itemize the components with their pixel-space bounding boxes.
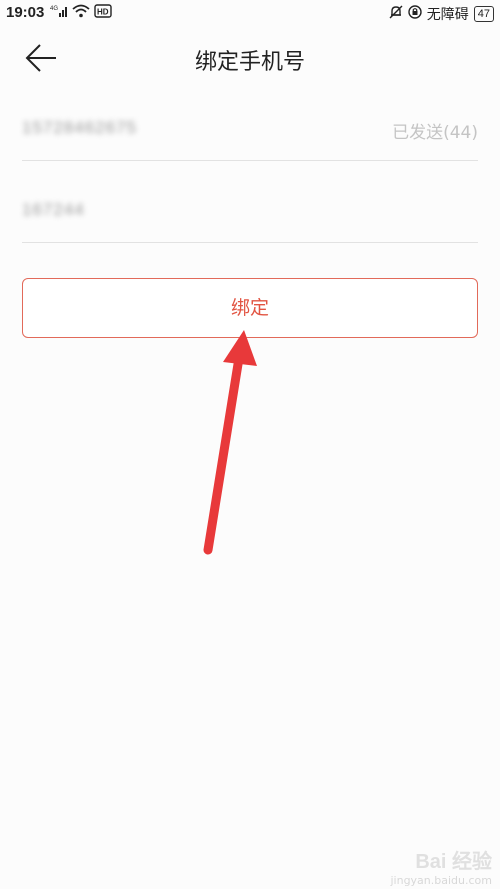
svg-text:4G: 4G <box>50 6 58 12</box>
screen: 19:03 4G HD 无障碍 47 绑定手机号 15728462675 已发送… <box>0 0 500 889</box>
status-icons-right: 无障碍 47 <box>389 4 494 24</box>
phone-number-field[interactable]: 15728462675 已发送(44) <box>22 100 478 161</box>
watermark: Bai 经验 jingyan.baidu.com <box>390 845 492 887</box>
page-title: 绑定手机号 <box>194 50 305 75</box>
status-bar: 19:03 4G HD 无障碍 47 <box>0 0 500 28</box>
accessibility-label: 无障碍 <box>426 7 469 23</box>
wifi-icon <box>72 4 90 22</box>
status-icons-left: 4G HD <box>50 4 112 22</box>
hd-icon: HD <box>94 4 112 22</box>
verification-code-field[interactable]: 167244 <box>22 182 478 243</box>
battery-icon: 47 <box>473 6 494 22</box>
status-time: 19:03 <box>6 4 45 21</box>
svg-text:HD: HD <box>97 8 109 17</box>
verification-code-value[interactable]: 167244 <box>22 200 85 220</box>
signal-icon: 4G <box>50 4 68 22</box>
watermark-logo: Bai 经验 <box>415 851 492 873</box>
accessibility-icon <box>408 5 422 23</box>
bell-muted-icon <box>389 5 403 23</box>
bind-button[interactable]: 绑定 <box>22 278 478 338</box>
phone-number-value[interactable]: 15728462675 <box>22 118 137 138</box>
resend-code-button[interactable]: 已发送(44) <box>392 118 478 143</box>
watermark-url: jingyan.baidu.com <box>390 874 492 887</box>
